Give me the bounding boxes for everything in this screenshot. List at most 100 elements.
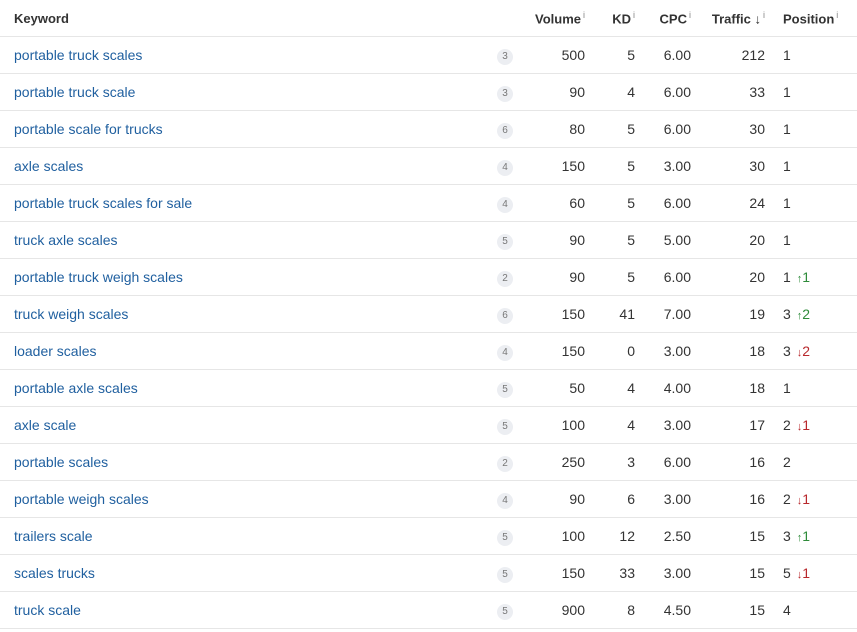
col-keyword[interactable]: Keyword: [0, 0, 485, 37]
position-cell: 1: [765, 221, 857, 259]
serp-features-badge[interactable]: 5: [497, 566, 513, 583]
position-cell: 2 ↓1: [765, 480, 857, 518]
traffic-cell: 212: [691, 36, 765, 74]
volume-cell: 90: [513, 258, 585, 296]
volume-cell: 900: [513, 591, 585, 629]
traffic-cell: 20: [691, 221, 765, 259]
serp-features-badge[interactable]: 3: [497, 48, 513, 65]
keyword-cell: portable axle scales: [0, 369, 485, 407]
info-icon[interactable]: i: [633, 10, 635, 20]
serp-cell: 5: [485, 369, 513, 407]
keyword-link[interactable]: truck weigh scales: [14, 306, 128, 322]
col-kd[interactable]: KD i: [585, 0, 635, 37]
serp-features-badge[interactable]: 6: [497, 307, 513, 324]
position-change-down: ↓1: [796, 417, 811, 433]
cpc-cell: 4.00: [635, 369, 691, 407]
position-change-up: ↑1: [796, 528, 811, 544]
kd-cell: 5: [585, 258, 635, 296]
keyword-link[interactable]: truck scale: [14, 602, 81, 618]
position-cell: 5 ↓1: [765, 554, 857, 592]
serp-features-badge[interactable]: 5: [497, 603, 513, 620]
info-icon[interactable]: i: [836, 10, 838, 20]
volume-cell: 100: [513, 517, 585, 555]
keyword-cell: portable scale for trucks: [0, 110, 485, 148]
keyword-link[interactable]: portable weigh scales: [14, 491, 149, 507]
keyword-link[interactable]: portable scale for trucks: [14, 121, 163, 137]
serp-cell: 3: [485, 73, 513, 111]
cpc-cell: 3.00: [635, 480, 691, 518]
serp-features-badge[interactable]: 5: [497, 233, 513, 250]
keyword-link[interactable]: axle scales: [14, 158, 83, 174]
position-cell: 3 ↓2: [765, 332, 857, 370]
keyword-cell: axle scales: [0, 147, 485, 185]
col-traffic[interactable]: Traffic ↓ i: [691, 0, 765, 37]
keywords-table: Keyword Volume i KD i CPC i Traffic ↓ i Posi…: [0, 0, 857, 629]
position-cell: 1: [765, 110, 857, 148]
info-icon[interactable]: i: [583, 10, 585, 20]
volume-cell: 60: [513, 184, 585, 222]
serp-features-badge[interactable]: 5: [497, 381, 513, 398]
keyword-link[interactable]: portable axle scales: [14, 380, 138, 396]
traffic-cell: 30: [691, 147, 765, 185]
cpc-cell: 6.00: [635, 110, 691, 148]
serp-features-badge[interactable]: 5: [497, 529, 513, 546]
serp-cell: 3: [485, 36, 513, 74]
serp-features-badge[interactable]: 3: [497, 85, 513, 102]
kd-cell: 5: [585, 147, 635, 185]
table-row: portable truck scale 3 90 4 6.00 33 1: [0, 73, 857, 111]
volume-cell: 90: [513, 73, 585, 111]
serp-features-badge[interactable]: 4: [497, 492, 513, 509]
serp-cell: 4: [485, 332, 513, 370]
position-cell: 1: [765, 73, 857, 111]
kd-cell: 4: [585, 73, 635, 111]
keyword-link[interactable]: truck axle scales: [14, 232, 117, 248]
keyword-link[interactable]: portable truck scales: [14, 47, 142, 63]
traffic-cell: 20: [691, 258, 765, 296]
kd-cell: 3: [585, 443, 635, 481]
table-row: portable axle scales 5 50 4 4.00 18 1: [0, 369, 857, 407]
position-cell: 1: [765, 184, 857, 222]
keyword-cell: portable truck scale: [0, 73, 485, 111]
keyword-link[interactable]: portable truck weigh scales: [14, 269, 183, 285]
table-row: truck scale 5 900 8 4.50 15 4: [0, 591, 857, 629]
keyword-link[interactable]: portable truck scales for sale: [14, 195, 192, 211]
serp-features-badge[interactable]: 2: [497, 270, 513, 287]
serp-features-badge[interactable]: 5: [497, 418, 513, 435]
info-icon[interactable]: i: [763, 10, 765, 20]
table-row: scales trucks 5 150 33 3.00 15 5 ↓1: [0, 554, 857, 592]
kd-cell: 5: [585, 221, 635, 259]
serp-cell: 5: [485, 517, 513, 555]
serp-features-badge[interactable]: 6: [497, 122, 513, 139]
cpc-cell: 6.00: [635, 73, 691, 111]
cpc-cell: 3.00: [635, 554, 691, 592]
keyword-link[interactable]: loader scales: [14, 343, 97, 359]
traffic-cell: 24: [691, 184, 765, 222]
volume-cell: 90: [513, 480, 585, 518]
col-cpc[interactable]: CPC i: [635, 0, 691, 37]
traffic-cell: 18: [691, 332, 765, 370]
keyword-link[interactable]: portable scales: [14, 454, 108, 470]
serp-features-badge[interactable]: 4: [497, 344, 513, 361]
serp-cell: 4: [485, 147, 513, 185]
position-change-up: ↑1: [796, 269, 811, 285]
keyword-link[interactable]: portable truck scale: [14, 84, 135, 100]
serp-features-badge[interactable]: 4: [497, 196, 513, 213]
serp-cell: 5: [485, 554, 513, 592]
col-position[interactable]: Position i: [765, 0, 857, 37]
traffic-cell: 30: [691, 110, 765, 148]
keyword-cell: portable truck weigh scales: [0, 258, 485, 296]
table-row: trailers scale 5 100 12 2.50 15 3 ↑1: [0, 517, 857, 555]
keyword-link[interactable]: axle scale: [14, 417, 76, 433]
keyword-cell: portable truck scales: [0, 36, 485, 74]
col-volume[interactable]: Volume i: [513, 0, 585, 37]
keyword-link[interactable]: trailers scale: [14, 528, 93, 544]
table-row: truck weigh scales 6 150 41 7.00 19 3 ↑2: [0, 295, 857, 333]
table-row: loader scales 4 150 0 3.00 18 3 ↓2: [0, 332, 857, 370]
serp-cell: 6: [485, 295, 513, 333]
serp-features-badge[interactable]: 4: [497, 159, 513, 176]
serp-features-badge[interactable]: 2: [497, 455, 513, 472]
volume-cell: 90: [513, 221, 585, 259]
keyword-link[interactable]: scales trucks: [14, 565, 95, 581]
info-icon[interactable]: i: [689, 10, 691, 20]
position-change-up: ↑2: [796, 306, 811, 322]
